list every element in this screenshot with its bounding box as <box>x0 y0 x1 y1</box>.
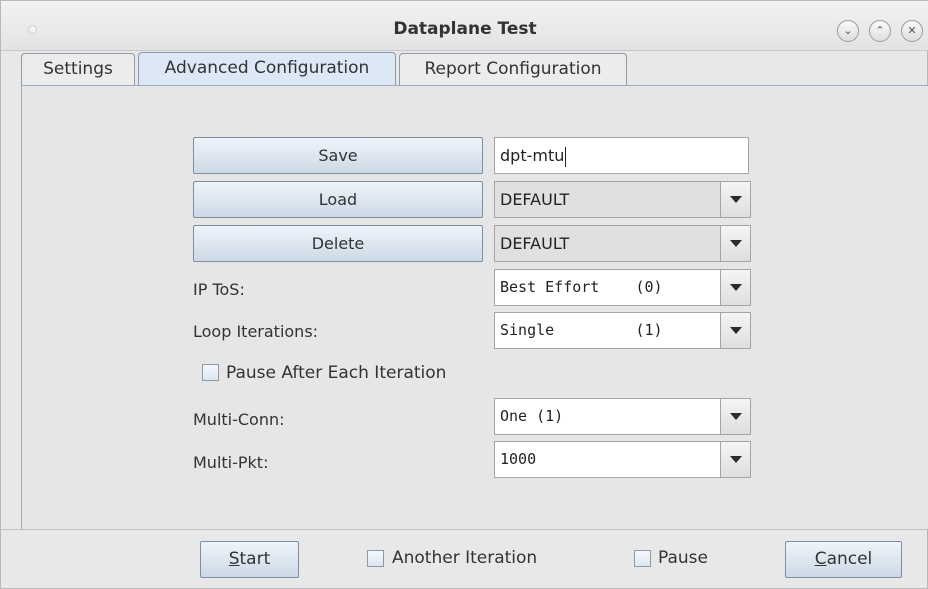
multi-conn-select[interactable]: One (1) <box>494 398 751 435</box>
dropdown-arrow-icon[interactable] <box>720 399 750 434</box>
window-title: Dataplane Test <box>393 19 537 39</box>
save-button[interactable]: Save <box>193 137 483 174</box>
text-caret <box>565 146 567 167</box>
title-bar: Dataplane Test ⌄ ⌃ ✕ <box>1 1 928 51</box>
dataplane-test-window: Dataplane Test ⌄ ⌃ ✕ Settings Advanced C… <box>0 0 928 589</box>
another-iteration-label[interactable]: Another Iteration <box>392 548 537 568</box>
close-button[interactable]: ✕ <box>901 20 923 42</box>
load-button[interactable]: Load <box>193 181 483 218</box>
load-select-value: DEFAULT <box>500 190 570 209</box>
delete-select-value: DEFAULT <box>500 234 570 253</box>
delete-button[interactable]: Delete <box>193 225 483 262</box>
pause-checkbox[interactable] <box>634 550 651 567</box>
cancel-label: ancel <box>826 549 873 569</box>
delete-select[interactable]: DEFAULT <box>494 225 751 262</box>
maximize-button[interactable]: ⌃ <box>869 20 891 42</box>
close-icon: ✕ <box>907 24 917 37</box>
footer-divider <box>1 529 928 530</box>
ip-tos-label: IP ToS: <box>193 280 245 299</box>
start-label: tart <box>239 549 271 569</box>
pause-after-each-iteration-label[interactable]: Pause After Each Iteration <box>226 363 446 383</box>
dropdown-arrow-icon[interactable] <box>720 442 750 477</box>
ip-tos-select[interactable]: Best Effort (0) <box>494 269 751 306</box>
dropdown-arrow-icon[interactable] <box>720 226 750 261</box>
tab-advanced-configuration[interactable]: Advanced Configuration <box>138 52 396 87</box>
start-mnemonic: S <box>228 549 240 569</box>
dropdown-arrow-icon[interactable] <box>720 270 750 305</box>
multi-conn-value: One (1) <box>500 407 564 425</box>
loop-iterations-value: Single (1) <box>500 321 663 339</box>
chevron-down-icon: ⌄ <box>843 24 853 37</box>
loop-iterations-select[interactable]: Single (1) <box>494 312 751 349</box>
multi-pkt-select[interactable]: 1000 <box>494 441 751 478</box>
save-name-input[interactable]: dpt-mtu <box>494 137 749 174</box>
start-button[interactable]: Start <box>200 541 299 578</box>
loop-iterations-label: Loop Iterations: <box>193 322 319 341</box>
multi-pkt-value: 1000 <box>500 450 537 468</box>
tab-report-configuration[interactable]: Report Configuration <box>399 53 627 86</box>
another-iteration-checkbox[interactable] <box>367 550 384 567</box>
cancel-mnemonic: C <box>814 549 827 569</box>
dropdown-arrow-icon[interactable] <box>720 182 750 217</box>
dropdown-arrow-icon[interactable] <box>720 313 750 348</box>
multi-conn-label: Multi-Conn: <box>193 410 285 429</box>
multi-pkt-label: Multi-Pkt: <box>193 453 269 472</box>
pause-after-each-iteration-checkbox[interactable] <box>202 364 219 381</box>
load-select[interactable]: DEFAULT <box>494 181 751 218</box>
cancel-button[interactable]: Cancel <box>785 541 902 578</box>
save-name-value: dpt-mtu <box>500 146 565 165</box>
chevron-up-icon: ⌃ <box>875 24 885 37</box>
tab-settings[interactable]: Settings <box>21 53 135 86</box>
pause-label[interactable]: Pause <box>658 548 708 568</box>
minimize-button[interactable]: ⌄ <box>837 20 859 42</box>
ip-tos-value: Best Effort (0) <box>500 278 663 296</box>
